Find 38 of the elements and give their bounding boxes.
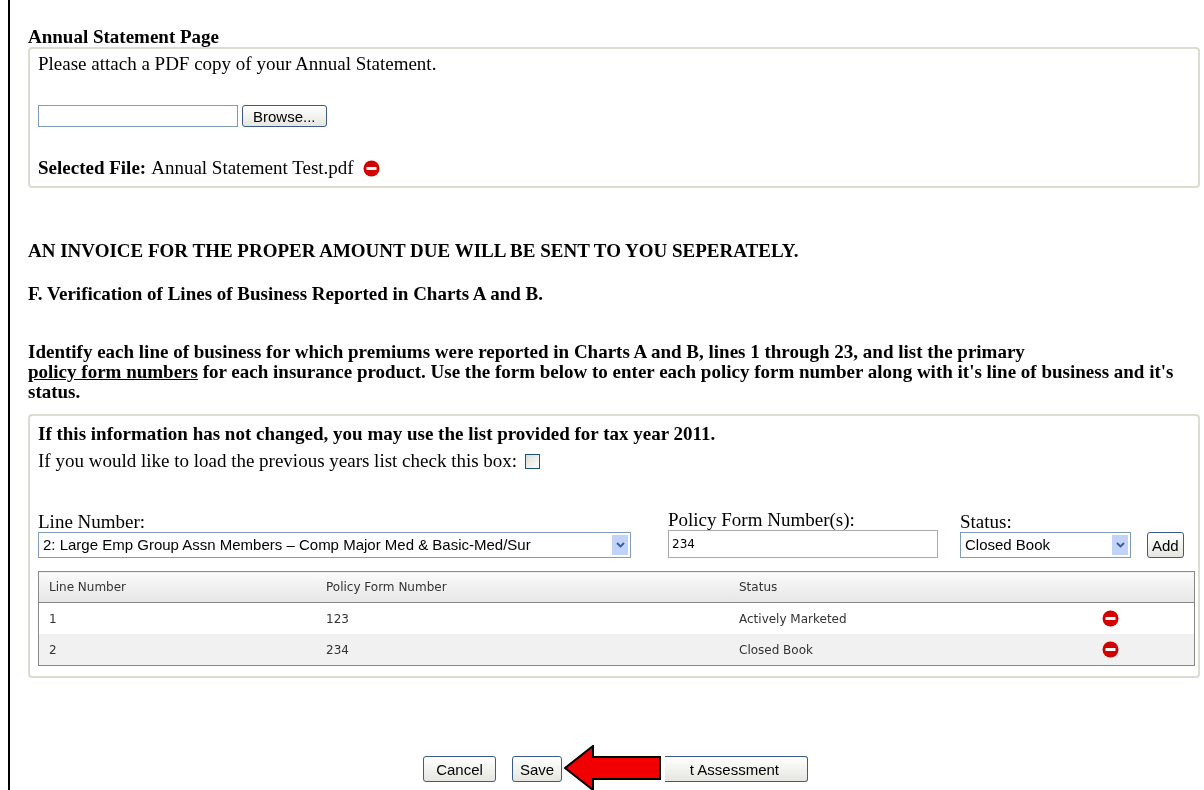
- column-header: Status: [729, 571, 1102, 603]
- action-button[interactable]: t Assessment: [665, 756, 808, 782]
- instruction-text: Please attach a PDF copy of your Annual Statement.: [38, 54, 438, 74]
- table-cell: Actively Marketed: [729, 602, 1102, 634]
- remove-icon[interactable]: [362, 159, 380, 177]
- status-dropdown[interactable]: Closed Book: [960, 532, 1131, 558]
- policy-form-link[interactable]: policy form numbers: [28, 361, 198, 382]
- selected-file-label: Selected File:: [38, 158, 147, 178]
- table-cell: Closed Book: [729, 634, 1102, 666]
- file-input-field[interactable]: [38, 105, 238, 127]
- column-header: Policy Form Number: [316, 571, 729, 603]
- instructions-paragraph: Identify each line of business for which premiums were reported in Charts A and B, lines 1 through 23, and list the primary policy form numbers for each insurance product. Use the form below to enter each policy form number along with it's line of business and it's status.: [28, 342, 1175, 402]
- table-cell: 2: [38, 634, 316, 666]
- invoice-notice: AN INVOICE FOR THE PROPER AMOUNT DUE WILL BE SENT TO YOU SEPERATELY.: [28, 241, 800, 261]
- column-header: Line Number: [38, 571, 316, 603]
- line-number-label: Line Number:: [38, 512, 147, 532]
- section-heading: F. Verification of Lines of Business Reported in Charts A and B.: [28, 284, 544, 304]
- checkbox[interactable]: [525, 453, 541, 469]
- line-number-dropdown[interactable]: 2: Large Emp Group Assn Members – Comp Major Med & Basic-Med/Sur: [38, 532, 631, 558]
- section-title: Annual Statement Page: [28, 27, 221, 47]
- action-button[interactable]: Save: [512, 756, 562, 782]
- remove-icon[interactable]: [1102, 610, 1119, 627]
- browse-button[interactable]: Browse...: [242, 105, 327, 127]
- chevron-down-icon[interactable]: [615, 542, 625, 548]
- table-cell: 123: [316, 602, 729, 634]
- policy-form-field[interactable]: 234: [668, 530, 938, 558]
- add-button[interactable]: Add: [1147, 532, 1184, 558]
- remove-icon[interactable]: [1102, 641, 1119, 658]
- table-cell: 234: [316, 634, 729, 666]
- load-previous-label: If you would like to load the previous years list check this box:: [38, 451, 518, 471]
- note-text: If this information has not changed, you may use the list provided for tax year 2011.: [38, 424, 717, 444]
- status-label: Status:: [960, 512, 1013, 532]
- selected-file-name: Annual Statement Test.pdf: [151, 158, 354, 178]
- table-cell: 1: [38, 602, 316, 634]
- action-button[interactable]: Cancel: [423, 756, 496, 782]
- arrow-icon: [563, 745, 663, 790]
- chevron-down-icon[interactable]: [1115, 542, 1125, 548]
- policy-form-label: Policy Form Number(s):: [668, 510, 856, 530]
